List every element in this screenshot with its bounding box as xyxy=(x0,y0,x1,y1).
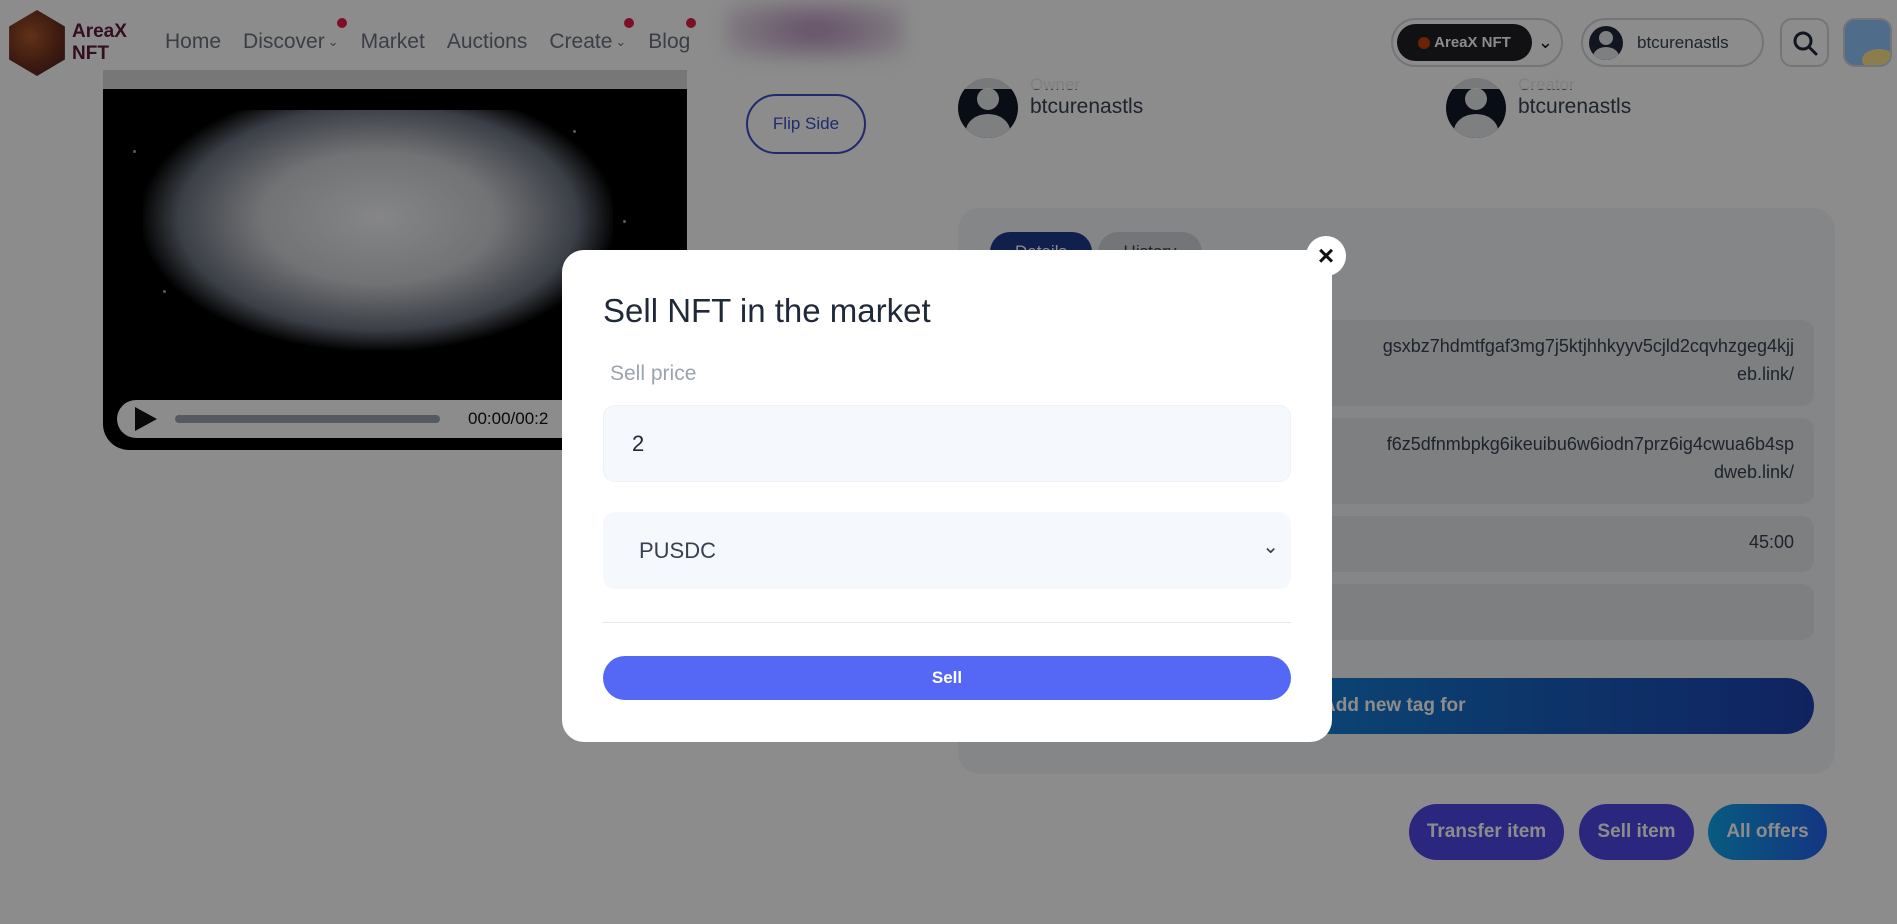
currency-selected-value: PUSDC xyxy=(639,537,717,563)
currency-select[interactable]: PUSDC ⌄ xyxy=(603,512,1291,589)
sell-button[interactable]: Sell xyxy=(603,656,1291,700)
close-icon[interactable]: × xyxy=(1306,236,1346,276)
modal-title: Sell NFT in the market xyxy=(603,292,931,329)
divider xyxy=(603,622,1291,623)
sell-price-input[interactable] xyxy=(603,405,1291,482)
sell-nft-modal: Sell NFT in the market Sell price PUSDC … xyxy=(562,250,1332,742)
chevron-down-icon: ⌄ xyxy=(1262,536,1279,558)
sell-price-label: Sell price xyxy=(610,362,697,385)
